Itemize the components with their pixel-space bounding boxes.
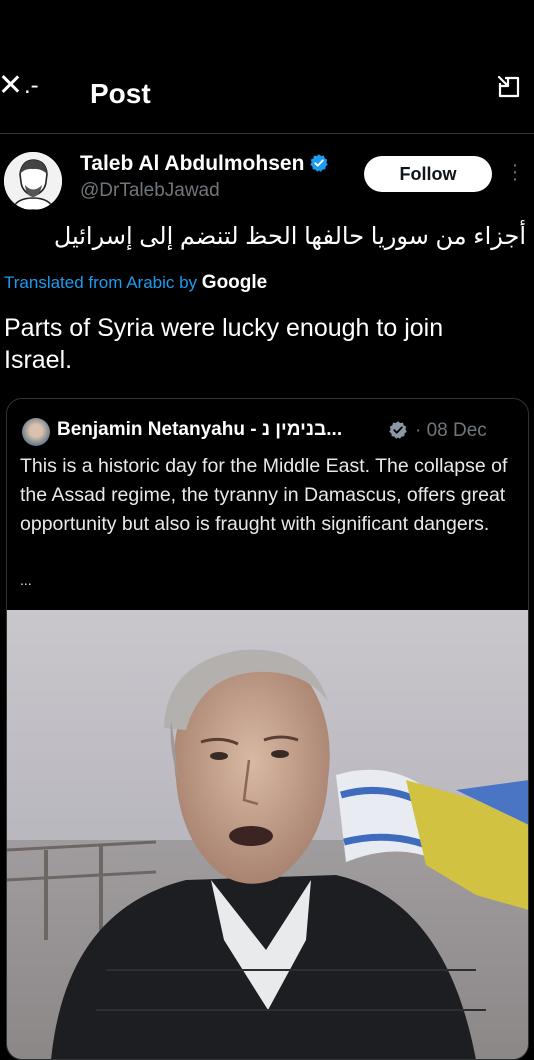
translation-attribution[interactable]: Translated from Arabic by Google <box>4 272 267 294</box>
expand-icon[interactable] <box>496 74 522 100</box>
quoted-post-image[interactable] <box>6 610 529 1060</box>
avatar[interactable] <box>4 152 62 210</box>
avatar-portrait-icon <box>4 152 62 210</box>
quoted-post-text: This is a historic day for the Middle Ea… <box>20 455 508 535</box>
post-translated-text: Parts of Syria were lucky enough to join… <box>4 314 444 374</box>
more-options-icon[interactable]: · · · <box>510 155 520 189</box>
author-name[interactable]: Taleb Al Abdulmohsen <box>80 152 329 176</box>
quoted-post-date[interactable]: · 08 Dec <box>415 420 487 442</box>
author-handle[interactable]: @DrTalebJawad <box>80 180 220 202</box>
header-dash: .- <box>24 72 39 99</box>
quoted-post-ellipsis: ... <box>20 572 32 588</box>
translator-name: Google <box>201 272 268 293</box>
quoted-verified-icon <box>389 421 407 439</box>
quoted-author-name[interactable]: Benjamin Netanyahu - בנימין נ... <box>57 419 342 441</box>
divider <box>0 133 534 134</box>
translated-from-label[interactable]: Translated from Arabic by <box>4 273 197 292</box>
page-title: Post <box>90 78 151 109</box>
quoted-post[interactable]: Benjamin Netanyahu - בנימין נ... · 08 De… <box>6 398 529 1060</box>
quoted-author-avatar[interactable] <box>22 418 50 446</box>
verified-badge-icon <box>310 154 329 172</box>
close-icon[interactable] <box>0 73 22 95</box>
post-original-text: أجزاء من سوريا حالفها الحظ لتنضم إلى إسر… <box>53 223 526 250</box>
author-name-text[interactable]: Taleb Al Abdulmohsen <box>80 152 304 175</box>
top-bar: .- Post <box>0 60 534 132</box>
follow-button[interactable]: Follow <box>364 156 492 192</box>
